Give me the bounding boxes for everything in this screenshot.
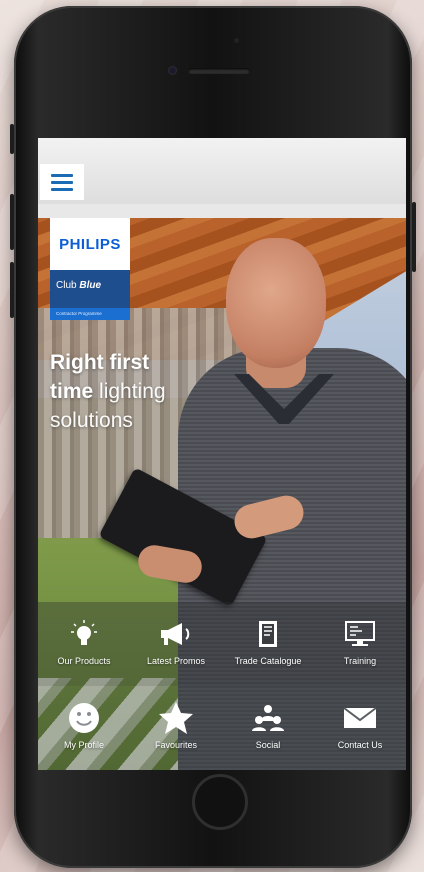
app-screen: PHILIPS Club Blue Contractor Programme R… bbox=[38, 138, 406, 770]
volume-down-button bbox=[10, 262, 14, 318]
brand-wordmark: PHILIPS bbox=[50, 218, 130, 270]
menu-icon-bar bbox=[51, 173, 73, 177]
star-icon bbox=[158, 700, 194, 736]
hamburger-menu-button[interactable] bbox=[40, 164, 84, 200]
menu-tiles: Our Products Latest Promos Trade Catalog… bbox=[38, 602, 406, 770]
program-badge: Club Blue Contractor Programme bbox=[50, 270, 130, 320]
smiley-face-icon bbox=[68, 700, 100, 736]
program-name: Club Blue bbox=[56, 280, 101, 291]
hero-headline: Right first time lighting solutions bbox=[50, 348, 166, 435]
megaphone-icon bbox=[158, 616, 194, 652]
tile-social[interactable]: Social bbox=[222, 686, 314, 770]
tile-label: Our Products bbox=[57, 656, 111, 666]
tile-contact-us[interactable]: Contact Us bbox=[314, 686, 406, 770]
hero-line3: solutions bbox=[50, 409, 133, 432]
tile-favourites[interactable]: Favourites bbox=[130, 686, 222, 770]
background-ceiling bbox=[38, 138, 406, 210]
tile-label: Favourites bbox=[154, 740, 198, 750]
tile-latest-promos[interactable]: Latest Promos bbox=[130, 602, 222, 686]
monitor-icon bbox=[344, 616, 376, 652]
photo-man-head bbox=[226, 238, 326, 368]
tile-label: Latest Promos bbox=[146, 656, 206, 666]
tile-label: Trade Catalogue bbox=[234, 656, 302, 666]
proximity-sensor bbox=[234, 38, 239, 43]
earpiece-speaker bbox=[188, 68, 250, 74]
front-camera bbox=[168, 66, 177, 75]
people-group-icon bbox=[250, 700, 286, 736]
menu-icon-bar bbox=[51, 187, 73, 191]
tile-label: Contact Us bbox=[337, 740, 383, 750]
menu-tiles-row-1: Our Products Latest Promos Trade Catalog… bbox=[38, 602, 406, 686]
lightbulb-icon bbox=[70, 616, 98, 652]
menu-icon-bar bbox=[51, 180, 73, 184]
tile-my-profile[interactable]: My Profile bbox=[38, 686, 130, 770]
program-name-emphasis: Blue bbox=[79, 280, 102, 291]
tile-label: Training bbox=[343, 656, 377, 666]
background-eave bbox=[38, 204, 406, 218]
volume-up-button bbox=[10, 194, 14, 250]
mute-switch bbox=[10, 124, 14, 154]
hero-line2-light: lighting bbox=[99, 380, 166, 403]
tile-label: Social bbox=[255, 740, 281, 750]
home-button[interactable] bbox=[192, 774, 248, 830]
program-name-prefix: Club bbox=[56, 280, 77, 291]
envelope-icon bbox=[342, 700, 378, 736]
program-strip: Contractor Programme bbox=[50, 308, 130, 320]
tile-training[interactable]: Training bbox=[314, 602, 406, 686]
hero-line2-bold: time bbox=[50, 380, 94, 403]
power-button bbox=[412, 202, 416, 272]
catalogue-book-icon bbox=[257, 616, 279, 652]
menu-tiles-row-2: My Profile Favourites Social Contact Us bbox=[38, 686, 406, 770]
hero-line1: Right first bbox=[50, 351, 150, 374]
brand-logo: PHILIPS Club Blue Contractor Programme bbox=[50, 218, 130, 320]
tile-trade-catalogue[interactable]: Trade Catalogue bbox=[222, 602, 314, 686]
tile-our-products[interactable]: Our Products bbox=[38, 602, 130, 686]
tile-label: My Profile bbox=[63, 740, 104, 750]
